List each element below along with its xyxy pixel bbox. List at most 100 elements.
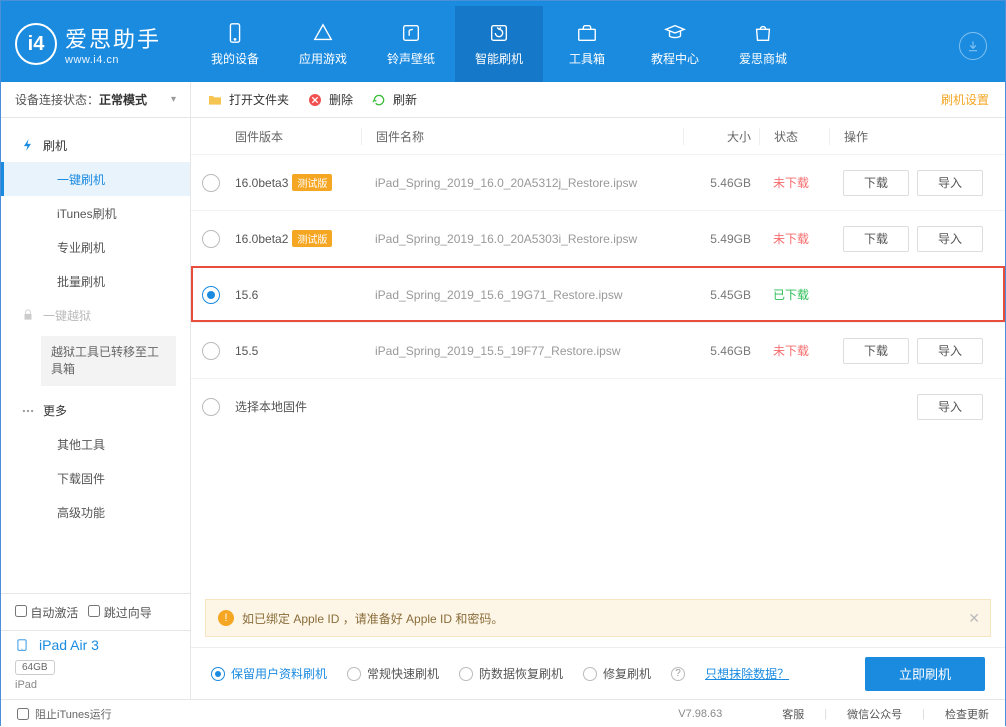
row-radio[interactable] [202,174,220,192]
row-size: 5.49GB [683,232,759,246]
th-version: 固件版本 [231,128,361,145]
tree-label: iTunes刷机 [57,205,117,222]
delete-button[interactable]: 删除 [307,91,353,108]
sidebar-advanced[interactable]: 高级功能 [1,496,190,530]
opt-repair[interactable]: 修复刷机 [583,665,651,682]
opt-anti-recovery[interactable]: 防数据恢复刷机 [459,665,563,682]
flash-settings-button[interactable]: 刷机设置 [935,91,989,108]
sidebar-download-fw[interactable]: 下载固件 [1,462,190,496]
firmware-row[interactable]: 15.6iPad_Spring_2019_15.6_19G71_Restore.… [191,266,1005,322]
row-size: 5.46GB [683,344,759,358]
jailbreak-notice: 越狱工具已转移至工具箱 [41,336,176,386]
folder-icon [207,92,223,108]
nav-label: 铃声壁纸 [387,50,435,67]
erase-only-link[interactable]: 只想抹除数据？ [705,665,789,682]
firmware-rows: 16.0beta3测试版iPad_Spring_2019_16.0_20A531… [191,154,1005,434]
download-button[interactable]: 下载 [843,226,909,252]
local-firmware-row[interactable]: 选择本地固件 导入 [191,378,1005,434]
music-icon [400,22,422,44]
row-radio[interactable] [202,286,220,304]
download-icon [966,39,980,53]
sidebar-bottom: 自动激活 跳过向导 iPad Air 3 64GB iPad [1,593,190,699]
th-name: 固件名称 [361,128,683,145]
th-ops: 操作 [829,128,989,145]
nav-label: 爱思商城 [739,50,787,67]
help-icon[interactable]: ? [671,667,685,681]
tree-label: 高级功能 [57,504,105,521]
firmware-row[interactable]: 16.0beta2测试版iPad_Spring_2019_16.0_20A530… [191,210,1005,266]
tree-label: 更多 [43,402,67,419]
nav-toolbox[interactable]: 工具箱 [543,6,631,82]
apple-id-notice: ! 如已绑定 Apple ID ，请准备好 Apple ID 和密码。 ✕ [205,599,991,637]
header: i4 爱思助手 www.i4.cn 我的设备 应用游戏 铃声壁纸 智能刷机 工具… [1,6,1005,82]
sidebar-itunes-flash[interactable]: iTunes刷机 [1,196,190,230]
row-version: 选择本地固件 [231,398,361,415]
row-filename: iPad_Spring_2019_15.6_19G71_Restore.ipsw [361,288,683,302]
row-radio[interactable] [202,398,220,416]
nav-label: 应用游戏 [299,50,347,67]
nav-tutorials[interactable]: 教程中心 [631,6,719,82]
nav-label: 我的设备 [211,50,259,67]
row-radio[interactable] [202,342,220,360]
download-button[interactable]: 下载 [843,338,909,364]
row-filename: iPad_Spring_2019_15.5_19F77_Restore.ipsw [361,344,683,358]
toolbar: 打开文件夹 删除 刷新 刷机设置 [191,82,1005,118]
wechat-link[interactable]: 微信公众号 [847,706,902,722]
version-label: V7.98.63 [678,708,722,720]
sidebar-flash-root[interactable]: 刷机 [1,128,190,162]
logo: i4 爱思助手 www.i4.cn [15,22,161,66]
check-update-link[interactable]: 检查更新 [945,706,989,722]
auto-activate-checkbox[interactable]: 自动激活 [15,604,78,621]
sidebar-more[interactable]: 更多 [1,394,190,428]
import-button[interactable]: 导入 [917,170,983,196]
notice-close-button[interactable]: ✕ [968,610,980,627]
sidebar-tree: 刷机 一键刷机 iTunes刷机 专业刷机 批量刷机 一键越狱 越狱工具已转移至… [1,118,190,593]
nav-label: 教程中心 [651,50,699,67]
import-button[interactable]: 导入 [917,338,983,364]
main-nav: 我的设备 应用游戏 铃声壁纸 智能刷机 工具箱 教程中心 爱思商城 [191,6,807,82]
tree-label: 一键刷机 [57,171,105,188]
open-folder-button[interactable]: 打开文件夹 [207,91,289,108]
firmware-row[interactable]: 16.0beta3测试版iPad_Spring_2019_16.0_20A531… [191,154,1005,210]
app-name-cn: 爱思助手 [65,22,161,54]
nav-my-device[interactable]: 我的设备 [191,6,279,82]
sidebar-batch-flash[interactable]: 批量刷机 [1,264,190,298]
sidebar: 设备连接状态： 正常模式 ▾ 刷机 一键刷机 iTunes刷机 专业刷机 批量刷… [1,82,191,699]
nav-flash[interactable]: 智能刷机 [455,6,543,82]
nav-ringtones[interactable]: 铃声壁纸 [367,6,455,82]
sidebar-oneclick-flash[interactable]: 一键刷机 [1,162,190,196]
beta-badge: 测试版 [292,174,332,191]
download-button[interactable]: 下载 [843,170,909,196]
row-status: 已下载 [759,286,829,303]
refresh-button[interactable]: 刷新 [371,91,417,108]
status-label: 设备连接状态： [15,91,99,108]
sidebar-pro-flash[interactable]: 专业刷机 [1,230,190,264]
row-status: 未下载 [759,230,829,247]
row-status: 未下载 [759,174,829,191]
row-filename: iPad_Spring_2019_16.0_20A5303i_Restore.i… [361,232,683,246]
downloads-button[interactable] [959,32,987,60]
firmware-row[interactable]: 15.5iPad_Spring_2019_15.5_19F77_Restore.… [191,322,1005,378]
warning-icon: ! [218,610,234,626]
opt-regular[interactable]: 常规快速刷机 [347,665,439,682]
store-icon [752,22,774,44]
skip-guide-checkbox[interactable]: 跳过向导 [88,604,151,621]
import-button[interactable]: 导入 [917,394,983,420]
logo-icon: i4 [15,23,57,65]
import-button[interactable]: 导入 [917,226,983,252]
tutorial-icon [664,22,686,44]
ipad-icon [15,638,29,652]
flash-options: 保留用户资料刷机 常规快速刷机 防数据恢复刷机 修复刷机 ? 只想抹除数据？ 立… [191,647,1005,699]
th-size: 大小 [683,128,759,145]
flash-now-button[interactable]: 立即刷机 [865,657,985,691]
device-name[interactable]: iPad Air 3 [39,637,99,653]
nav-apps[interactable]: 应用游戏 [279,6,367,82]
flash-small-icon [21,138,35,152]
nav-store[interactable]: 爱思商城 [719,6,807,82]
row-radio[interactable] [202,230,220,248]
customer-service-link[interactable]: 客服 [782,706,804,722]
opt-keep-data[interactable]: 保留用户资料刷机 [211,665,327,682]
connection-status[interactable]: 设备连接状态： 正常模式 ▾ [1,82,190,118]
block-itunes-checkbox[interactable]: 阻止iTunes运行 [17,706,112,722]
sidebar-other-tools[interactable]: 其他工具 [1,428,190,462]
